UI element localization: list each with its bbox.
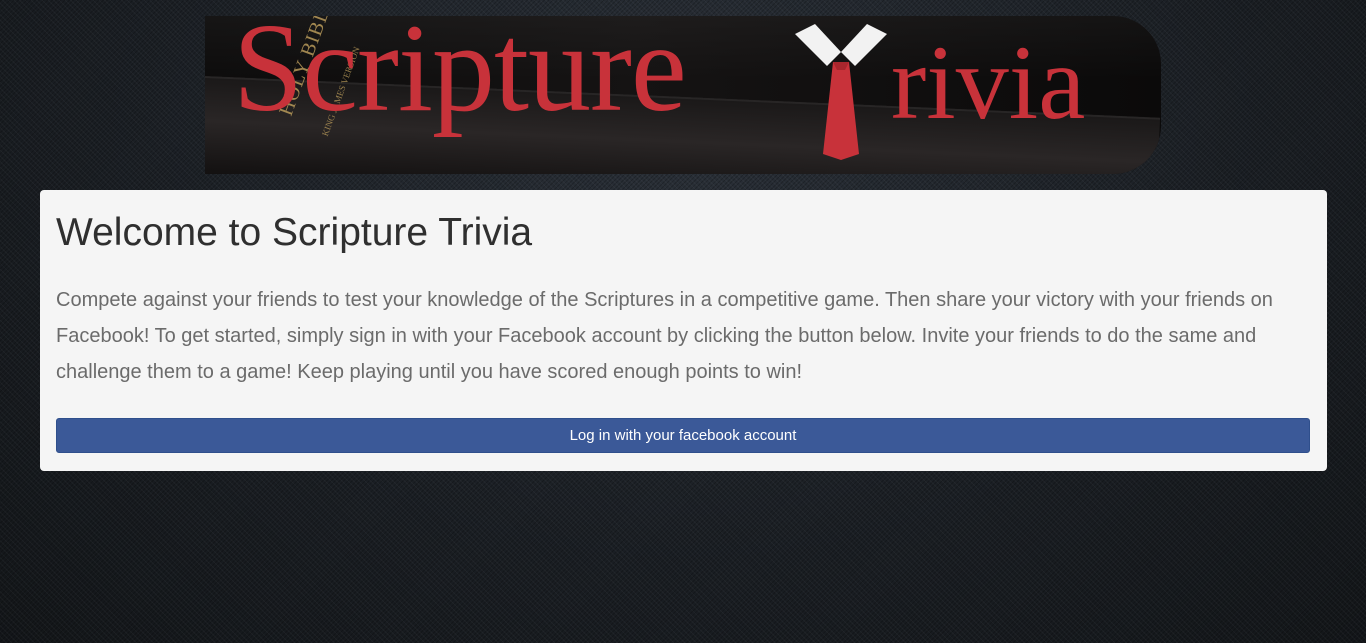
facebook-login-button[interactable]: Log in with your facebook account [56,418,1310,453]
logo-word-scripture: Scripture [233,16,687,138]
welcome-panel: Welcome to Scripture Trivia Compete agai… [40,190,1327,471]
site-logo: HOLY BIBLE KING JAMES VERSION Scripture … [205,16,1161,174]
welcome-title: Welcome to Scripture Trivia [56,211,533,254]
necktie-icon [795,24,887,160]
welcome-description: Compete against your friends to test you… [56,289,1273,383]
logo-word-rivia: rivia [891,24,1086,141]
